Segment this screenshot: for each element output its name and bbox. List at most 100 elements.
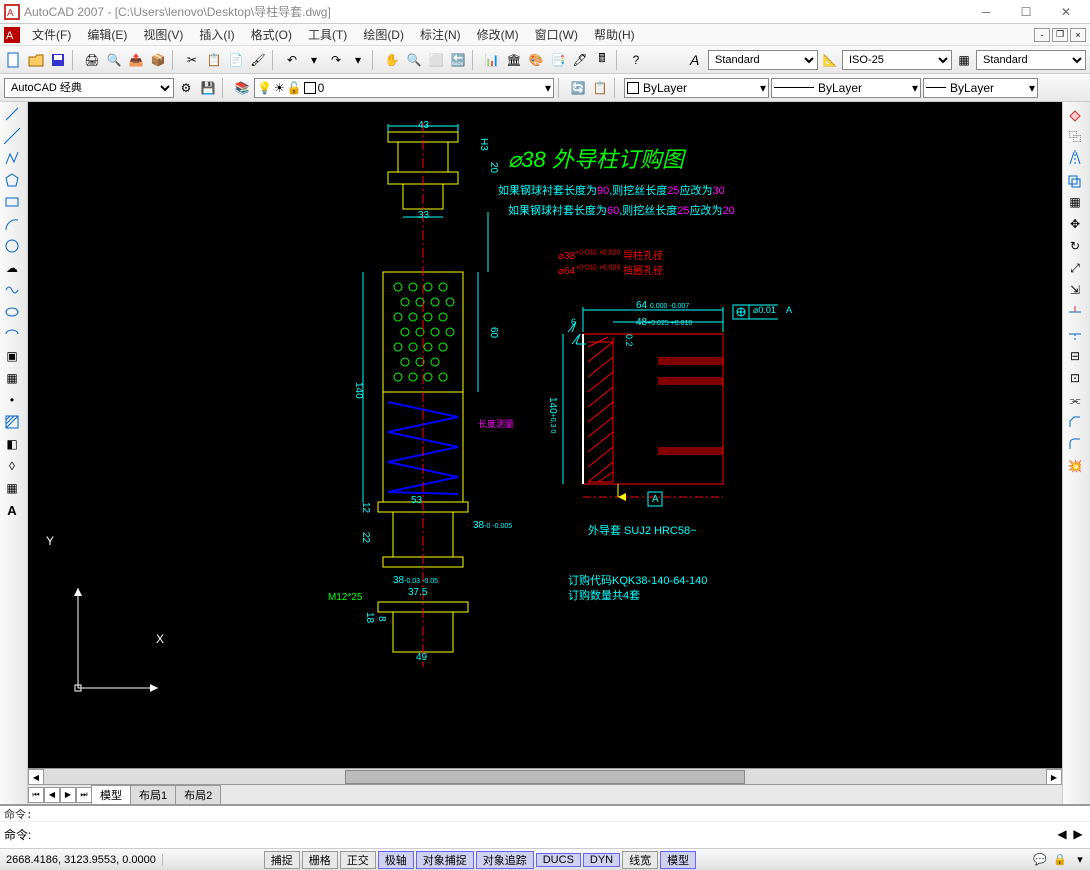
hatch-icon[interactable] — [2, 412, 22, 432]
status-otrack[interactable]: 对象追踪 — [476, 851, 534, 869]
workspace-combo[interactable]: AutoCAD 经典 — [4, 78, 174, 98]
drawing-canvas[interactable]: X Y ⌀38 外导柱订购图 如果钢球衬套长度为90,则挖丝长度25应改为30 … — [28, 102, 1062, 768]
array-icon[interactable]: ▦ — [1065, 192, 1085, 212]
status-comm-icon[interactable]: 💬 — [1030, 850, 1050, 870]
layer-combo[interactable]: 💡 ☀ 🔓 0 ▾ — [254, 78, 554, 98]
textstyle-icon[interactable]: A — [686, 50, 706, 70]
minimize-button[interactable]: ─ — [966, 1, 1006, 23]
pan-icon[interactable]: ✋ — [382, 50, 402, 70]
matchprops-icon[interactable]: 🖌 — [248, 50, 268, 70]
cmd-scroll-right-icon[interactable]: ▶ — [1070, 827, 1086, 841]
scroll-right-icon[interactable]: ▶ — [1046, 769, 1062, 785]
sheetset-icon[interactable]: 📑 — [548, 50, 568, 70]
chamfer-icon[interactable] — [1065, 412, 1085, 432]
tab-layout1[interactable]: 布局1 — [130, 785, 176, 804]
mdi-close-button[interactable]: × — [1070, 28, 1086, 42]
redo-icon[interactable]: ↷ — [326, 50, 346, 70]
zoom-window-icon[interactable]: ⬜ — [426, 50, 446, 70]
zoom-prev-icon[interactable]: 🔙 — [448, 50, 468, 70]
dimstyle-combo[interactable]: ISO-25 — [842, 50, 952, 70]
maximize-button[interactable]: ☐ — [1006, 1, 1046, 23]
move-icon[interactable]: ✥ — [1065, 214, 1085, 234]
app-menu-icon[interactable]: A — [4, 27, 20, 43]
status-ortho[interactable]: 正交 — [340, 851, 376, 869]
menu-edit[interactable]: 编辑(E) — [79, 26, 135, 43]
h-scrollbar[interactable]: ◀ ▶ — [28, 768, 1062, 784]
cut-icon[interactable]: ✂ — [182, 50, 202, 70]
markup-icon[interactable]: 🖊 — [570, 50, 590, 70]
coordinates[interactable]: 2668.4186, 3123.9553, 0.0000 — [0, 854, 163, 866]
menu-format[interactable]: 格式(O) — [243, 26, 300, 43]
mtext-icon[interactable]: A — [2, 500, 22, 520]
scale-icon[interactable]: ⤢ — [1065, 258, 1085, 278]
layer-prev-icon[interactable]: 🔄 — [568, 78, 588, 98]
copy-obj-icon[interactable]: ⿻ — [1065, 126, 1085, 146]
designcenter-icon[interactable]: 🏛 — [504, 50, 524, 70]
revcloud-icon[interactable]: ☁ — [2, 258, 22, 278]
status-tray-icon[interactable]: ▾ — [1070, 850, 1090, 870]
calc-icon[interactable]: 🖩 — [592, 50, 612, 70]
workspace-save-icon[interactable]: 💾 — [198, 78, 218, 98]
tablestyle-combo[interactable]: Standard — [976, 50, 1086, 70]
menu-insert[interactable]: 插入(I) — [191, 26, 242, 43]
layer-manager-icon[interactable]: 📚 — [232, 78, 252, 98]
redo-list-icon[interactable]: ▾ — [348, 50, 368, 70]
undo-list-icon[interactable]: ▾ — [304, 50, 324, 70]
tab-last-icon[interactable]: ⏭ — [76, 787, 92, 803]
rotate-icon[interactable]: ↻ — [1065, 236, 1085, 256]
tab-prev-icon[interactable]: ◀ — [44, 787, 60, 803]
status-snap[interactable]: 捕捉 — [264, 851, 300, 869]
layer-states-icon[interactable]: 📋 — [590, 78, 610, 98]
menu-window[interactable]: 窗口(W) — [527, 26, 586, 43]
status-grid[interactable]: 栅格 — [302, 851, 338, 869]
print-icon[interactable]: 🖨 — [82, 50, 102, 70]
status-dyn[interactable]: DYN — [583, 853, 620, 867]
paste-icon[interactable]: 📄 — [226, 50, 246, 70]
open-icon[interactable] — [26, 50, 46, 70]
spline-icon[interactable] — [2, 280, 22, 300]
command-input[interactable] — [35, 828, 1054, 840]
tab-first-icon[interactable]: ⏮ — [28, 787, 44, 803]
cmd-scroll-left-icon[interactable]: ◀ — [1054, 827, 1070, 841]
fillet-icon[interactable] — [1065, 434, 1085, 454]
status-lwt[interactable]: 线宽 — [622, 851, 658, 869]
region-icon[interactable]: ◊ — [2, 456, 22, 476]
status-ducs[interactable]: DUCS — [536, 853, 581, 867]
mdi-minimize-button[interactable]: - — [1034, 28, 1050, 42]
publish-icon[interactable]: 📤 — [126, 50, 146, 70]
table-icon[interactable]: ▦ — [2, 478, 22, 498]
break-icon[interactable]: ⊟ — [1065, 346, 1085, 366]
3ddwf-icon[interactable]: 📦 — [148, 50, 168, 70]
circle-icon[interactable] — [2, 236, 22, 256]
offset-icon[interactable] — [1065, 170, 1085, 190]
explode-icon[interactable]: 💥 — [1065, 456, 1085, 476]
rectangle-icon[interactable] — [2, 192, 22, 212]
menu-view[interactable]: 视图(V) — [135, 26, 191, 43]
menu-modify[interactable]: 修改(M) — [469, 26, 527, 43]
undo-icon[interactable]: ↶ — [282, 50, 302, 70]
join-icon[interactable]: ⫘ — [1065, 390, 1085, 410]
new-icon[interactable] — [4, 50, 24, 70]
status-model[interactable]: 模型 — [660, 851, 696, 869]
tab-next-icon[interactable]: ▶ — [60, 787, 76, 803]
trim-icon[interactable] — [1065, 302, 1085, 322]
stretch-icon[interactable]: ⇲ — [1065, 280, 1085, 300]
menu-draw[interactable]: 绘图(D) — [355, 26, 412, 43]
lineweight-combo[interactable]: ByLayer▾ — [923, 78, 1038, 98]
linetype-combo[interactable]: ByLayer▾ — [771, 78, 921, 98]
workspace-settings-icon[interactable]: ⚙ — [176, 78, 196, 98]
mirror-icon[interactable] — [1065, 148, 1085, 168]
pline-icon[interactable] — [2, 148, 22, 168]
break2-icon[interactable]: ⊡ — [1065, 368, 1085, 388]
block-icon[interactable]: ▣ — [2, 346, 22, 366]
color-combo[interactable]: ByLayer▾ — [624, 78, 769, 98]
menu-dim[interactable]: 标注(N) — [412, 26, 469, 43]
help-icon[interactable]: ? — [626, 50, 646, 70]
dimstyle-icon[interactable]: 📐 — [820, 50, 840, 70]
copy-icon[interactable]: 📋 — [204, 50, 224, 70]
tab-layout2[interactable]: 布局2 — [175, 785, 221, 804]
polygon-icon[interactable] — [2, 170, 22, 190]
textstyle-combo[interactable]: Standard — [708, 50, 818, 70]
menu-tools[interactable]: 工具(T) — [300, 26, 355, 43]
scroll-left-icon[interactable]: ◀ — [28, 769, 44, 785]
